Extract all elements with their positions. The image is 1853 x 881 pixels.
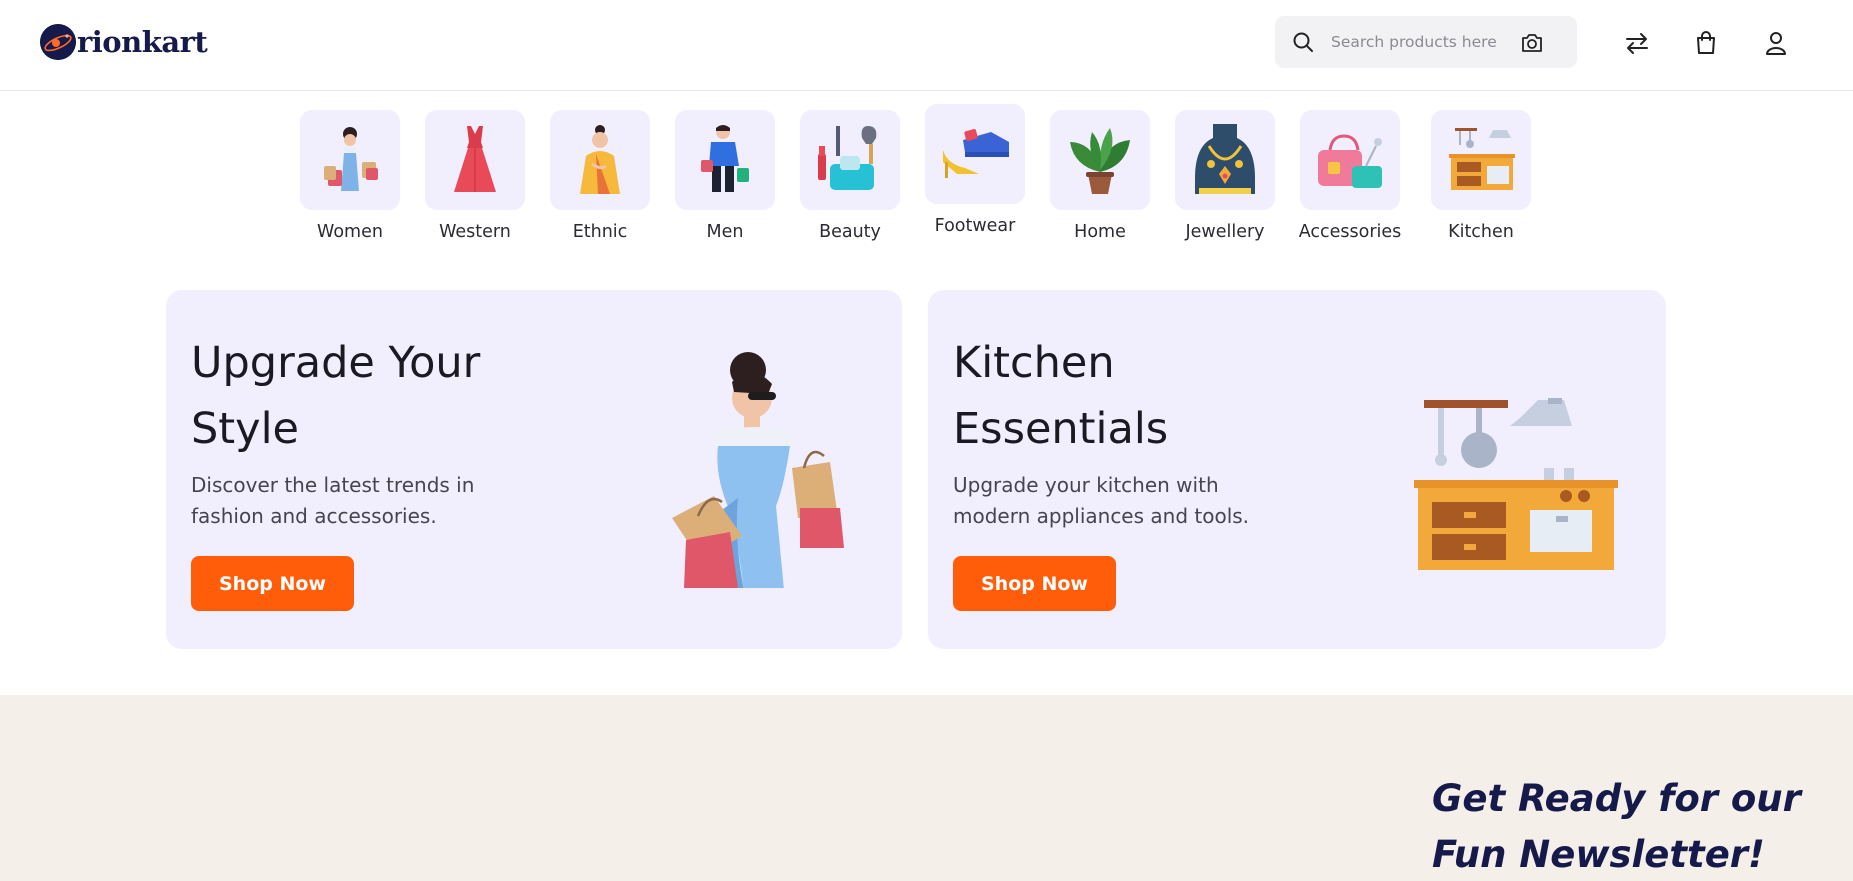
promo-card-kitchen: Kitchen Essentials Upgrade your kitchen … [928, 290, 1666, 649]
category-ethnic[interactable]: Ethnic [550, 110, 650, 242]
promo-card-style: Upgrade Your Style Discover the latest t… [166, 290, 902, 649]
promo-description: Upgrade your kitchen with modern applian… [953, 473, 1250, 528]
search-icon[interactable] [1291, 30, 1315, 54]
cart-icon[interactable] [1692, 29, 1720, 57]
kitchen-icon [1431, 110, 1531, 210]
category-accessories[interactable]: Accessories [1299, 110, 1401, 242]
category-western[interactable]: Western [425, 110, 525, 242]
search-input[interactable] [1331, 28, 1511, 56]
shop-now-button[interactable]: Shop Now [191, 556, 354, 611]
handbag-icon [1300, 110, 1400, 210]
category-women[interactable]: Women [300, 110, 400, 242]
newsletter-title: Get Ready for our Fun Newsletter! [1432, 777, 1801, 876]
search-bar [1275, 16, 1577, 68]
shopping-woman-illustration [672, 352, 844, 588]
category-footwear[interactable]: Footwear [925, 104, 1025, 236]
men-icon [675, 110, 775, 210]
category-men[interactable]: Men [675, 110, 775, 242]
swap-icon[interactable] [1623, 29, 1651, 57]
dress-icon [425, 110, 525, 210]
brand-logo[interactable]: rionkart [40, 22, 208, 62]
category-jewellery[interactable]: Jewellery [1175, 110, 1275, 242]
newsletter-section: Get Ready for our Fun Newsletter! [0, 695, 1853, 881]
promo-title: Upgrade Your Style [191, 338, 481, 454]
user-icon[interactable] [1762, 29, 1790, 57]
ethnic-icon [550, 110, 650, 210]
plant-icon [1050, 110, 1150, 210]
logo-mark-icon [40, 24, 76, 60]
brand-name: rionkart [77, 25, 208, 59]
shop-now-button[interactable]: Shop Now [953, 556, 1116, 611]
promo-title: Kitchen Essentials [953, 338, 1169, 454]
necklace-icon [1175, 110, 1275, 210]
site-header: rionkart [0, 0, 1853, 91]
category-beauty[interactable]: Beauty [800, 110, 900, 242]
kitchen-illustration [1414, 398, 1618, 570]
category-home[interactable]: Home [1050, 110, 1150, 242]
camera-icon[interactable] [1519, 30, 1545, 56]
women-category-icon [300, 110, 400, 210]
cosmetics-icon [800, 110, 900, 210]
category-kitchen[interactable]: Kitchen [1431, 110, 1531, 242]
promo-description: Discover the latest trends in fashion an… [191, 473, 475, 528]
footwear-icon [925, 104, 1025, 204]
category-label: Kitchen [1448, 222, 1514, 242]
